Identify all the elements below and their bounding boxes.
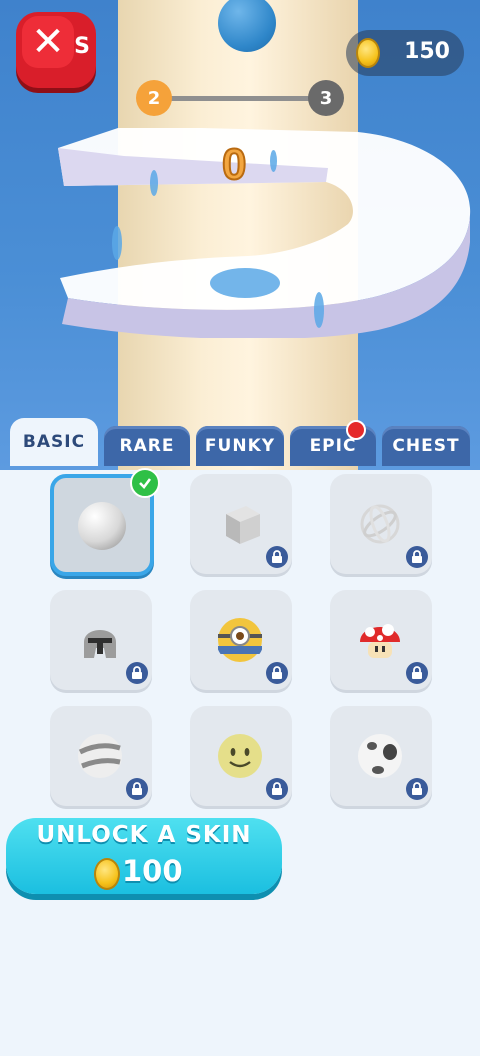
drip (270, 150, 277, 172)
drip (112, 226, 122, 260)
current-level: 2 (136, 80, 172, 116)
tab-funky[interactable]: FUNKY (196, 426, 284, 466)
tab-label: FUNKY (204, 436, 276, 456)
paint-splash (210, 268, 280, 298)
lock-icon (126, 662, 148, 684)
skin-gyroscope[interactable] (330, 474, 432, 574)
planet-ball-icon (78, 734, 122, 778)
hidden-label: S (74, 34, 90, 59)
next-level: 3 (308, 80, 344, 116)
coin-icon (94, 858, 120, 890)
mushroom-icon (360, 624, 400, 658)
coin-counter: 150 (346, 30, 464, 76)
notification-dot (346, 420, 366, 440)
lock-icon (266, 546, 288, 568)
coin-icon (356, 38, 380, 68)
score-text: 0 (221, 139, 248, 190)
unlock-price: 100 (122, 854, 183, 888)
cube-icon (226, 506, 260, 544)
tab-label: RARE (119, 436, 175, 456)
skin-mushroom[interactable] (330, 590, 432, 690)
lock-icon (406, 546, 428, 568)
check-icon (130, 468, 160, 498)
game-scene: 0 2 3 ✕ S 150 BASIC RARE FUNKY EPIC CHES… (0, 0, 480, 470)
unlock-title: UNLOCK A SKIN (36, 822, 252, 848)
lock-icon (266, 662, 288, 684)
close-icon: ✕ (22, 16, 74, 68)
tab-label: EPIC (309, 436, 357, 456)
skin-planet-ball[interactable] (50, 706, 152, 806)
skin-cube[interactable] (190, 474, 292, 574)
skin-white-ball[interactable] (50, 468, 160, 576)
coin-amount: 150 (404, 39, 450, 64)
tab-label: CHEST (392, 436, 460, 456)
tab-label: BASIC (22, 432, 86, 452)
lock-icon (126, 778, 148, 800)
drip (314, 292, 324, 328)
soccer-ball-icon (358, 734, 402, 778)
skin-helmet[interactable] (50, 590, 152, 690)
skin-tabs: BASIC RARE FUNKY EPIC CHEST (0, 418, 480, 466)
smiley-ball-icon (218, 734, 262, 778)
tab-rare[interactable]: RARE (104, 426, 190, 466)
level-progress: 2 3 (136, 80, 344, 116)
close-button[interactable]: ✕ S (16, 12, 96, 88)
gyroscope-icon (360, 504, 400, 544)
unlock-skin-button[interactable]: UNLOCK A SKIN 100 (6, 818, 282, 894)
drip (150, 170, 158, 196)
lock-icon (266, 778, 288, 800)
skin-smiley-ball[interactable] (190, 706, 292, 806)
lock-icon (406, 778, 428, 800)
tab-basic[interactable]: BASIC (10, 418, 98, 466)
skin-minion-ball[interactable] (190, 590, 292, 690)
minion-ball-icon (218, 618, 262, 662)
lock-icon (406, 662, 428, 684)
tab-chest[interactable]: CHEST (382, 426, 470, 466)
helmet-icon (84, 630, 116, 658)
white-ball-icon (78, 502, 126, 550)
tab-epic[interactable]: EPIC (290, 420, 376, 466)
skin-soccer-ball[interactable] (330, 706, 432, 806)
